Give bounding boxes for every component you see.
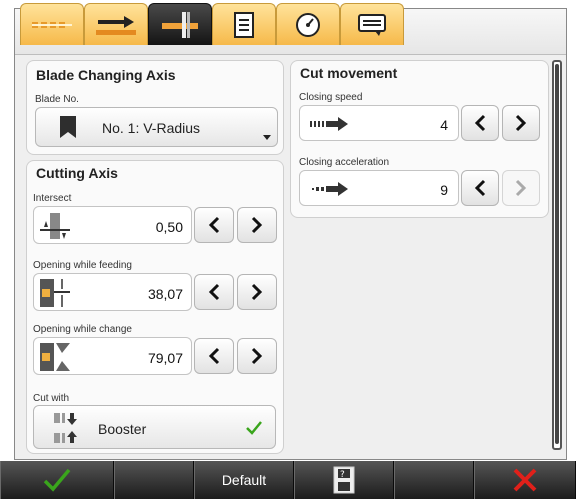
confirm-button[interactable] — [0, 461, 114, 499]
cut-with-value: Booster — [98, 421, 147, 437]
cut-movement-title: Cut movement — [300, 65, 398, 81]
opening-feeding-field[interactable]: 38,07 — [33, 273, 192, 311]
closing-accel-field[interactable]: 9 — [299, 170, 459, 206]
blade-cut-icon — [162, 11, 198, 38]
intersect-label: Intersect — [33, 193, 72, 204]
blade-axis-title: Blade Changing Axis — [36, 67, 176, 83]
default-button-label: Default — [221, 472, 267, 488]
save-disk-icon: ? — [333, 466, 355, 494]
check-icon — [246, 421, 262, 435]
cut-movement-panel: Cut movement Closing speed 4 Closing acc… — [290, 60, 549, 218]
opening-change-increase-button[interactable] — [237, 338, 277, 374]
tab-list[interactable] — [212, 3, 276, 45]
intersect-icon — [40, 213, 70, 239]
svg-text:?: ? — [340, 470, 345, 480]
opening-feeding-label: Opening while feeding — [33, 260, 132, 271]
closing-accel-increase-button[interactable] — [502, 170, 540, 206]
chevron-right-icon — [515, 114, 527, 132]
cancel-x-icon — [513, 468, 537, 492]
booster-icon — [54, 413, 77, 443]
message-icon — [358, 13, 386, 36]
feed-arrow-icon — [96, 15, 136, 35]
opening-feeding-decrease-button[interactable] — [194, 274, 234, 310]
chevron-right-icon — [251, 216, 263, 234]
chevron-right-icon — [251, 283, 263, 301]
chevron-left-icon — [474, 179, 486, 197]
closing-speed-increase-button[interactable] — [502, 105, 540, 141]
closing-speed-value: 4 — [440, 117, 448, 133]
intersect-increase-button[interactable] — [237, 207, 277, 243]
save-button[interactable]: ? — [294, 461, 394, 499]
speed-arrow-icon — [310, 117, 348, 131]
opening-feeding-increase-button[interactable] — [237, 274, 277, 310]
tab-cut[interactable] — [148, 3, 212, 45]
intersect-decrease-button[interactable] — [194, 207, 234, 243]
bottom-empty-button-1[interactable] — [114, 461, 194, 499]
blade-bookmark-icon — [60, 116, 76, 138]
default-button[interactable]: Default — [194, 461, 294, 499]
confirm-check-icon — [43, 468, 71, 492]
closing-speed-decrease-button[interactable] — [461, 105, 499, 141]
opening-change-decrease-button[interactable] — [194, 338, 234, 374]
dashed-bars-icon — [32, 21, 72, 28]
scrollbar-thumb[interactable] — [555, 64, 559, 444]
blade-axis-panel: Blade Changing Axis Blade No. No. 1: V-R… — [26, 60, 284, 155]
closing-accel-value: 9 — [440, 182, 448, 198]
dropdown-corner-icon — [263, 135, 271, 140]
opening-change-icon — [40, 343, 70, 371]
chevron-right-icon — [515, 179, 527, 197]
tab-overview[interactable] — [20, 3, 84, 45]
opening-feeding-icon — [40, 279, 70, 307]
bottom-empty-button-2[interactable] — [394, 461, 474, 499]
closing-speed-field[interactable]: 4 — [299, 105, 459, 141]
opening-change-field[interactable]: 79,07 — [33, 337, 192, 375]
intersect-value: 0,50 — [155, 219, 183, 235]
vertical-scrollbar[interactable] — [552, 60, 562, 450]
blade-value: No. 1: V-Radius — [102, 120, 201, 136]
cut-with-select[interactable]: Booster — [33, 405, 276, 449]
closing-accel-label: Closing acceleration — [299, 157, 390, 168]
tab-feed[interactable] — [84, 3, 148, 45]
cut-with-label: Cut with — [33, 393, 70, 404]
cutting-axis-panel: Cutting Axis Intersect 0,50 Opening whil… — [26, 160, 284, 454]
chevron-left-icon — [474, 114, 486, 132]
closing-accel-decrease-button[interactable] — [461, 170, 499, 206]
list-icon — [234, 11, 254, 38]
opening-change-label: Opening while change — [33, 324, 132, 335]
closing-speed-label: Closing speed — [299, 92, 363, 103]
opening-feeding-value: 38,07 — [147, 286, 183, 302]
acceleration-arrow-icon — [312, 182, 348, 196]
cutting-axis-title: Cutting Axis — [36, 165, 118, 181]
cancel-button[interactable] — [474, 461, 576, 499]
chevron-right-icon — [251, 347, 263, 365]
blade-no-label: Blade No. — [35, 94, 79, 105]
blade-select[interactable]: No. 1: V-Radius — [35, 107, 278, 147]
chevron-left-icon — [208, 347, 220, 365]
chevron-left-icon — [208, 216, 220, 234]
chevron-left-icon — [208, 283, 220, 301]
gauge-icon — [296, 12, 320, 37]
intersect-field[interactable]: 0,50 — [33, 206, 192, 244]
tab-message[interactable] — [340, 3, 404, 45]
opening-change-value: 79,07 — [147, 350, 183, 366]
tab-gauge[interactable] — [276, 3, 340, 45]
